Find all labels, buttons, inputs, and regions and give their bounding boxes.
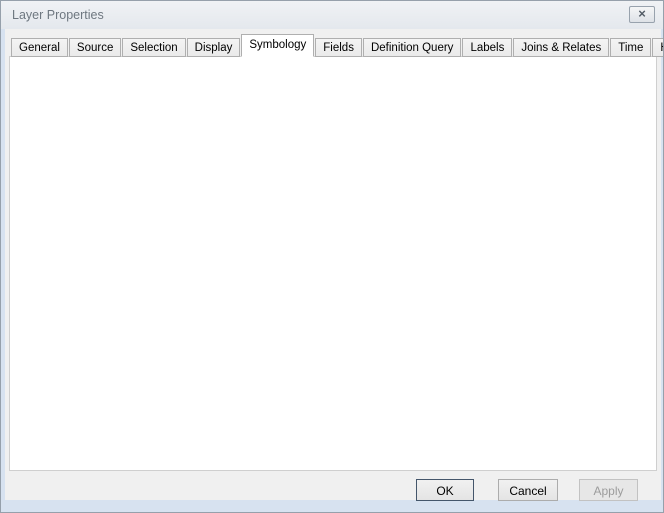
- tab-display[interactable]: Display: [187, 38, 241, 57]
- close-icon[interactable]: ×: [629, 6, 655, 23]
- tab-bar: GeneralSourceSelectionDisplaySymbologyFi…: [11, 34, 664, 57]
- tab-general[interactable]: General: [11, 38, 68, 57]
- tab-joins-relates[interactable]: Joins & Relates: [513, 38, 609, 57]
- ok-button[interactable]: OK: [416, 479, 474, 501]
- tab-symbology[interactable]: Symbology: [241, 34, 314, 57]
- tab-labels[interactable]: Labels: [462, 38, 512, 57]
- tab-html-popup[interactable]: HTML Popup: [652, 38, 664, 57]
- symbology-tab-page: [9, 56, 657, 471]
- tab-source[interactable]: Source: [69, 38, 121, 57]
- layer-properties-dialog: Layer Properties × GeneralSourceSelectio…: [0, 0, 664, 513]
- tab-definition-query[interactable]: Definition Query: [363, 38, 461, 57]
- tab-time[interactable]: Time: [610, 38, 651, 57]
- title-bar[interactable]: Layer Properties ×: [1, 1, 663, 29]
- dialog-title: Layer Properties: [12, 8, 104, 22]
- tab-selection[interactable]: Selection: [122, 38, 185, 57]
- cancel-button[interactable]: Cancel: [498, 479, 558, 501]
- apply-button[interactable]: Apply: [579, 479, 638, 501]
- tab-fields[interactable]: Fields: [315, 38, 362, 57]
